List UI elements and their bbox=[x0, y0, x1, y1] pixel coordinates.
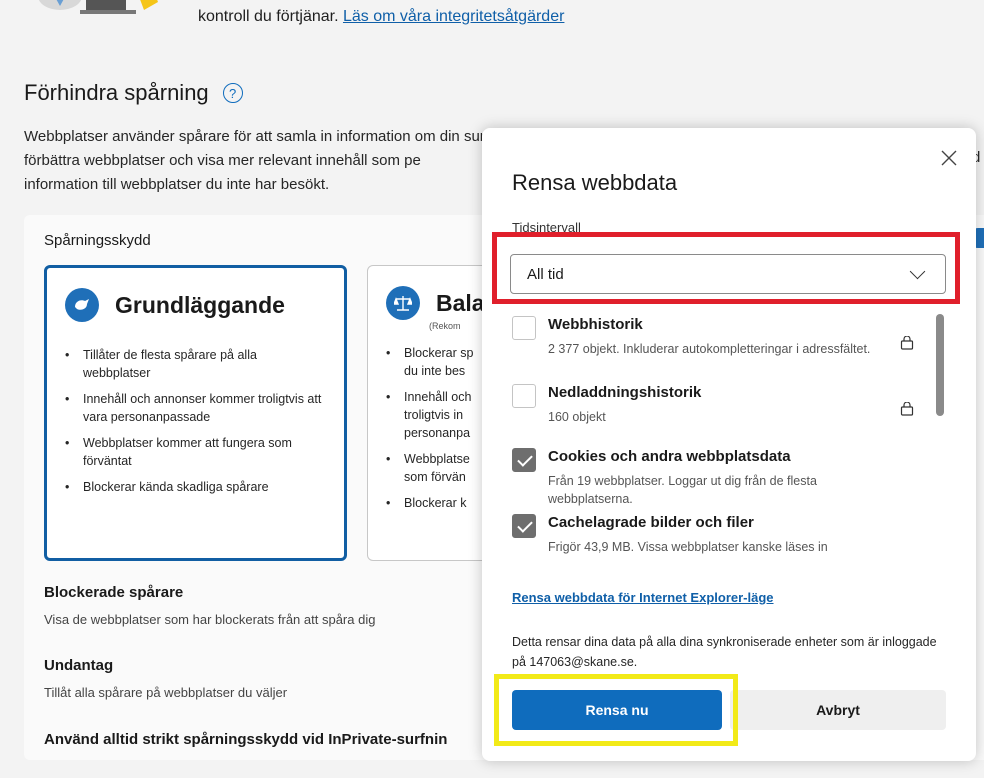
bullet-item: Webbplatser kommer att fungera som förvä… bbox=[63, 434, 323, 470]
bullet-item: Blockerar sp du inte bes bbox=[384, 344, 484, 380]
checkbox[interactable] bbox=[512, 316, 536, 340]
exceptions-title[interactable]: Undantag bbox=[44, 657, 113, 674]
privacy-illustration bbox=[38, 0, 158, 14]
sync-note: Detta rensar dina data på alla dina synk… bbox=[512, 635, 937, 669]
checkbox[interactable] bbox=[512, 384, 536, 408]
close-icon[interactable] bbox=[937, 146, 961, 170]
option-title: Webbhistorik bbox=[548, 316, 643, 333]
blocked-trackers-sub: Visa de webbplatser som har blockerats f… bbox=[44, 612, 376, 627]
time-range-select[interactable]: All tid bbox=[510, 254, 946, 294]
option-title: Nedladdningshistorik bbox=[548, 384, 702, 401]
tracking-protection-title: Spårningsskydd bbox=[44, 232, 151, 249]
option-desc: 160 objekt bbox=[548, 410, 606, 424]
exceptions-sub: Tillåt alla spårare på webbplatser du vä… bbox=[44, 685, 288, 700]
option-bullets: Tillåter de flesta spårare på alla webbp… bbox=[63, 346, 323, 504]
bullet-item: Webbplatse som förvän bbox=[384, 450, 484, 486]
option-recommended: (Rekom bbox=[429, 321, 461, 331]
option-desc: Frigör 43,9 MB. Vissa webbplatser kanske… bbox=[548, 540, 828, 554]
time-range-label: Tidsintervall bbox=[512, 220, 581, 235]
question-circle-icon[interactable]: ? bbox=[222, 83, 243, 103]
bullet-item: Tillåter de flesta spårare på alla webbp… bbox=[63, 346, 323, 382]
cancel-button[interactable]: Avbryt bbox=[730, 690, 946, 730]
section-title: Förhindra spårning bbox=[24, 80, 209, 105]
option-name: Grundläggande bbox=[115, 291, 285, 318]
tracking-option-basic[interactable]: Grundläggande Tillåter de flesta spårare… bbox=[44, 265, 347, 561]
scrollbar-thumb[interactable] bbox=[936, 314, 944, 416]
shield-bird-icon bbox=[65, 288, 99, 322]
ie-mode-clear-link[interactable]: Rensa webbdata för Internet Explorer-läg… bbox=[512, 590, 774, 605]
bullet-item: Blockerar k bbox=[384, 494, 484, 512]
top-banner-label: kontroll du förtjänar. bbox=[198, 8, 339, 25]
strict-inprivate-title: Använd alltid strikt spårningsskydd vid … bbox=[44, 731, 448, 748]
time-range-value: All tid bbox=[527, 265, 564, 283]
bullet-item: Innehåll och annonser kommer troligtvis … bbox=[63, 390, 323, 426]
section-heading: Förhindra spårning ? bbox=[24, 80, 243, 106]
top-banner-text: kontroll du förtjänar. Läs om våra integ… bbox=[198, 8, 564, 26]
option-title: Cachelagrade bilder och filer bbox=[548, 514, 754, 531]
checkbox-checked[interactable] bbox=[512, 448, 536, 472]
option-desc: Från 19 webbplatser. Loggar ut dig från … bbox=[548, 474, 817, 506]
bullet-item: Blockerar kända skadliga spårare bbox=[63, 478, 323, 496]
option-desc: 2 377 objekt. Inkluderar autokompletteri… bbox=[548, 342, 871, 356]
bullet-item: Innehåll och troligtvis in personanpa bbox=[384, 388, 484, 442]
dialog-title: Rensa webbdata bbox=[512, 170, 678, 195]
data-options-list: Webbhistorik 2 377 objekt. Inkluderar au… bbox=[510, 312, 950, 558]
option-name: Bala bbox=[436, 289, 485, 316]
chevron-down-icon bbox=[909, 263, 926, 279]
checkbox-checked[interactable] bbox=[512, 514, 536, 538]
option-bullets: Blockerar sp du inte bes Innehåll och tr… bbox=[384, 344, 484, 520]
option-header: Grundläggande bbox=[65, 288, 285, 322]
lock-icon bbox=[900, 336, 914, 350]
option-title: Cookies och andra webbplatsdata bbox=[548, 448, 791, 465]
scales-icon bbox=[386, 286, 420, 320]
option-header: Bala bbox=[386, 286, 485, 320]
privacy-measures-link[interactable]: Läs om våra integritetsåtgärder bbox=[343, 8, 564, 25]
blocked-trackers-title[interactable]: Blockerade spårare bbox=[44, 584, 183, 601]
clear-data-dialog: Rensa webbdata Tidsintervall All tid Web… bbox=[482, 128, 976, 761]
clear-now-button[interactable]: Rensa nu bbox=[512, 690, 722, 730]
lock-icon bbox=[900, 402, 914, 416]
